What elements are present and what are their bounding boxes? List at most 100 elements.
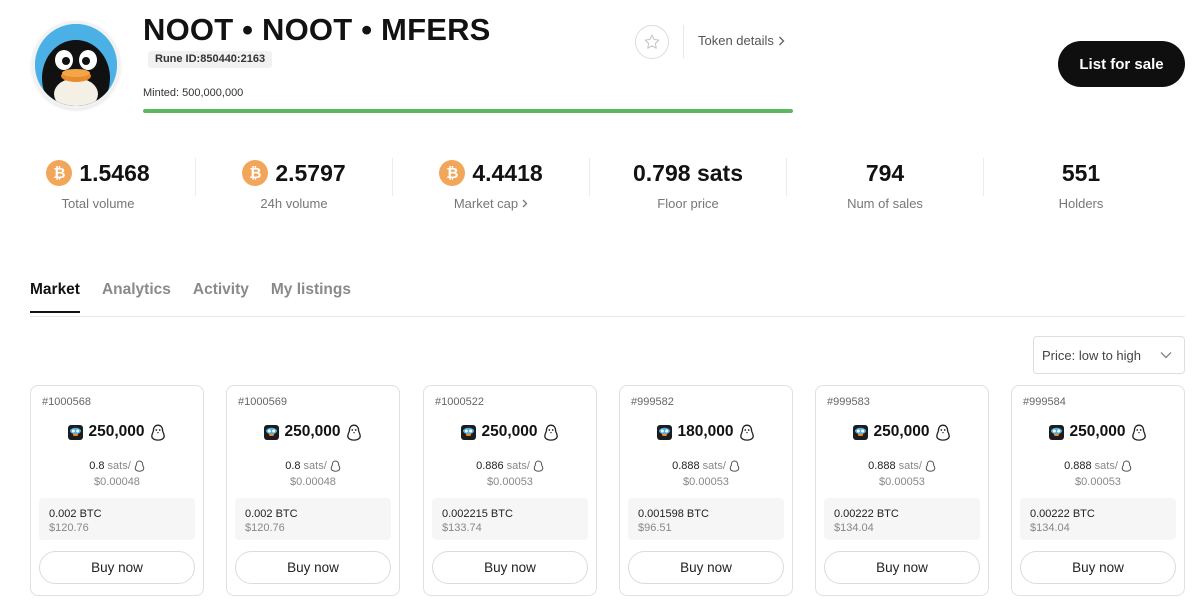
chevron-right-icon — [522, 199, 528, 208]
token-avatar — [32, 21, 120, 109]
sort-selected-value: Price: low to high — [1042, 347, 1141, 363]
listing-id: #1000522 — [435, 396, 484, 408]
unit-label: sats/ — [1094, 460, 1118, 472]
unit-price-usd: $0.00048 — [290, 476, 336, 488]
stat-value: 4.4418 — [472, 159, 543, 186]
total-price-usd: $134.04 — [834, 522, 874, 534]
rune-logo-icon — [657, 424, 673, 440]
stat-divider — [589, 158, 590, 196]
unit-label: sats/ — [898, 460, 922, 472]
minted-supply: Minted: 500,000,000 — [143, 87, 244, 99]
star-icon — [644, 34, 660, 49]
total-price-usd: $133.74 — [442, 522, 482, 534]
total-price-box: 0.002215 BTC $133.74 — [432, 498, 588, 540]
favorite-button[interactable] — [635, 25, 669, 59]
buy-now-button[interactable]: Buy now — [628, 551, 784, 584]
list-for-sale-button[interactable]: List for sale — [1058, 41, 1185, 87]
listing-amount: 250,000 — [88, 423, 145, 440]
listing-card[interactable]: #999583 250,000 0.888 sats/ $0.00053 0.0… — [815, 385, 989, 596]
buy-now-button[interactable]: Buy now — [1020, 551, 1176, 584]
buy-now-button[interactable]: Buy now — [235, 551, 391, 584]
penguin-icon — [739, 424, 754, 441]
buy-now-button[interactable]: Buy now — [39, 551, 195, 584]
penguin-icon — [729, 460, 740, 472]
stats-bar: ₿ 1.5468 Total volume ₿ 2.5797 24h volum… — [0, 150, 1200, 220]
rune-id-badge: Rune ID:850440:2163 — [148, 51, 273, 68]
market-cap-link[interactable]: Market cap — [393, 196, 589, 211]
token-title: NOOT • NOOT • MFERS — [143, 12, 491, 47]
header-divider — [683, 25, 684, 58]
unit-price: 0.888 — [1064, 460, 1092, 472]
listing-amount: 250,000 — [873, 423, 930, 440]
total-price-box: 0.001598 BTC $96.51 — [628, 498, 784, 540]
stat-value: 2.5797 — [275, 159, 346, 186]
stat-divider — [392, 158, 393, 196]
unit-price: 0.8 — [285, 460, 301, 472]
listing-id: #1000569 — [238, 396, 287, 408]
unit-label: sats/ — [506, 460, 530, 472]
tab-market[interactable]: Market — [30, 281, 80, 313]
rune-logo-icon — [853, 424, 869, 440]
listing-card[interactable]: #1000568 250,000 0.8 sats/ $0.00048 0.00… — [30, 385, 204, 596]
unit-price: 0.8 — [89, 460, 105, 472]
unit-price-usd: $0.00053 — [487, 476, 533, 488]
penguin-icon — [533, 460, 544, 472]
penguin-icon — [925, 460, 936, 472]
tab-divider — [30, 316, 1185, 317]
penguin-icon — [1131, 424, 1146, 441]
bitcoin-icon: ₿ — [46, 160, 73, 186]
total-price-box: 0.00222 BTC $134.04 — [1020, 498, 1176, 540]
listing-card[interactable]: #1000522 250,000 0.886 sats/ $0.00053 0.… — [423, 385, 597, 596]
listing-amount: 250,000 — [481, 423, 538, 440]
penguin-icon — [935, 424, 950, 441]
unit-price: 0.886 — [476, 460, 504, 472]
unit-label: sats/ — [702, 460, 726, 472]
tab-analytics[interactable]: Analytics — [102, 281, 171, 313]
mint-progress-bar — [143, 109, 793, 113]
unit-price-usd: $0.00053 — [683, 476, 729, 488]
sort-select[interactable]: Price: low to high — [1033, 336, 1185, 374]
penguin-icon — [543, 424, 558, 441]
total-price-usd: $120.76 — [49, 522, 89, 534]
buy-now-button[interactable]: Buy now — [432, 551, 588, 584]
unit-price: 0.888 — [868, 460, 896, 472]
stat-holders: 551 Holders — [983, 150, 1179, 212]
listing-id: #999583 — [827, 396, 870, 408]
unit-price: 0.888 — [672, 460, 700, 472]
total-price-usd: $120.76 — [245, 522, 285, 534]
total-price-btc: 0.00222 BTC — [834, 508, 899, 520]
bitcoin-icon: ₿ — [242, 160, 269, 186]
unit-price-usd: $0.00053 — [1075, 476, 1121, 488]
unit-label: sats/ — [303, 460, 327, 472]
stat-label: Num of sales — [847, 196, 923, 211]
stat-total-volume: ₿ 1.5468 Total volume — [0, 150, 196, 211]
penguin-icon — [1121, 460, 1132, 472]
chevron-down-icon — [1160, 352, 1172, 359]
listing-amount: 250,000 — [284, 423, 341, 440]
stat-label: 24h volume — [260, 196, 328, 211]
tab-activity[interactable]: Activity — [193, 281, 249, 313]
listing-card[interactable]: #1000569 250,000 0.8 sats/ $0.00048 0.00… — [226, 385, 400, 596]
stat-label: Total volume — [61, 196, 135, 211]
penguin-icon — [346, 424, 361, 441]
tab-my-listings[interactable]: My listings — [271, 281, 351, 313]
stat-24h-volume: ₿ 2.5797 24h volume — [196, 150, 392, 211]
mint-progress-fill — [143, 109, 793, 113]
unit-label: sats/ — [107, 460, 131, 472]
stat-label: Holders — [1058, 196, 1104, 211]
penguin-icon — [134, 460, 145, 472]
tab-bar: Market Analytics Activity My listings — [30, 281, 351, 313]
total-price-box: 0.002 BTC $120.76 — [39, 498, 195, 540]
token-details-link[interactable]: Token details — [698, 33, 785, 48]
unit-price-usd: $0.00048 — [94, 476, 140, 488]
stat-market-cap: ₿ 4.4418 Market cap — [393, 150, 589, 211]
stat-value: 794 — [865, 159, 905, 186]
stat-label: Floor price — [657, 196, 719, 211]
rune-logo-icon — [264, 424, 280, 440]
listing-card[interactable]: #999584 250,000 0.888 sats/ $0.00053 0.0… — [1011, 385, 1185, 596]
stat-divider — [195, 158, 196, 196]
bitcoin-icon: ₿ — [439, 160, 466, 186]
stat-divider — [786, 158, 787, 196]
listing-card[interactable]: #999582 180,000 0.888 sats/ $0.00053 0.0… — [619, 385, 793, 596]
buy-now-button[interactable]: Buy now — [824, 551, 980, 584]
